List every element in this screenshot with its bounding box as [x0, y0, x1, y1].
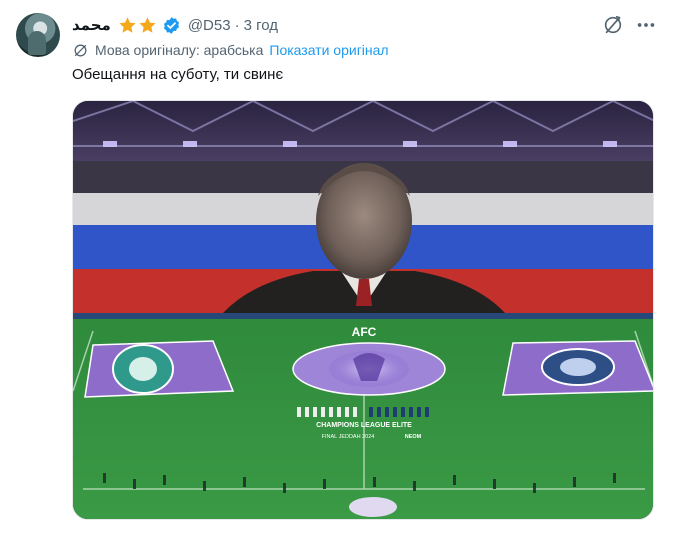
author-handle[interactable]: @D53 — [188, 17, 231, 34]
translate-icon — [74, 44, 87, 56]
post: محمد @D53 · 3 год Мова оригіналу: арабсь… — [0, 0, 677, 533]
star-icon — [139, 16, 156, 33]
post-text: Обещання на суботу, ти свинє — [72, 66, 284, 83]
post-time[interactable]: 3 год — [244, 17, 278, 34]
author-name[interactable]: محمد — [72, 16, 111, 34]
separator-dot: · — [234, 16, 240, 34]
rating-stars — [118, 16, 157, 35]
banner-title: CHAMPIONS LEAGUE ELITE — [316, 422, 412, 429]
banner-brand: AFC — [352, 325, 377, 339]
star-icon — [119, 16, 136, 33]
more-icon[interactable] — [635, 14, 657, 36]
post-header: محمد @D53 · 3 год — [72, 14, 278, 36]
post-image[interactable]: AFC CHAMPIONS LEAGUE ELITE FINAL JEDDAH … — [72, 100, 654, 520]
translate-icon[interactable] — [602, 14, 624, 36]
show-original-link[interactable]: Показати оригінал — [269, 42, 388, 58]
translation-notice: Мова оригіналу: арабська Показати оригін… — [72, 41, 389, 59]
stadium-photo: AFC CHAMPIONS LEAGUE ELITE FINAL JEDDAH … — [73, 101, 653, 519]
banner-sponsor: NEOM — [405, 434, 422, 440]
avatar[interactable] — [16, 13, 60, 57]
verified-badge-icon — [163, 16, 179, 34]
banner-sub: FINAL JEDDAH 2024 — [322, 434, 375, 440]
original-language-label: Мова оригіналу: арабська — [95, 42, 264, 58]
